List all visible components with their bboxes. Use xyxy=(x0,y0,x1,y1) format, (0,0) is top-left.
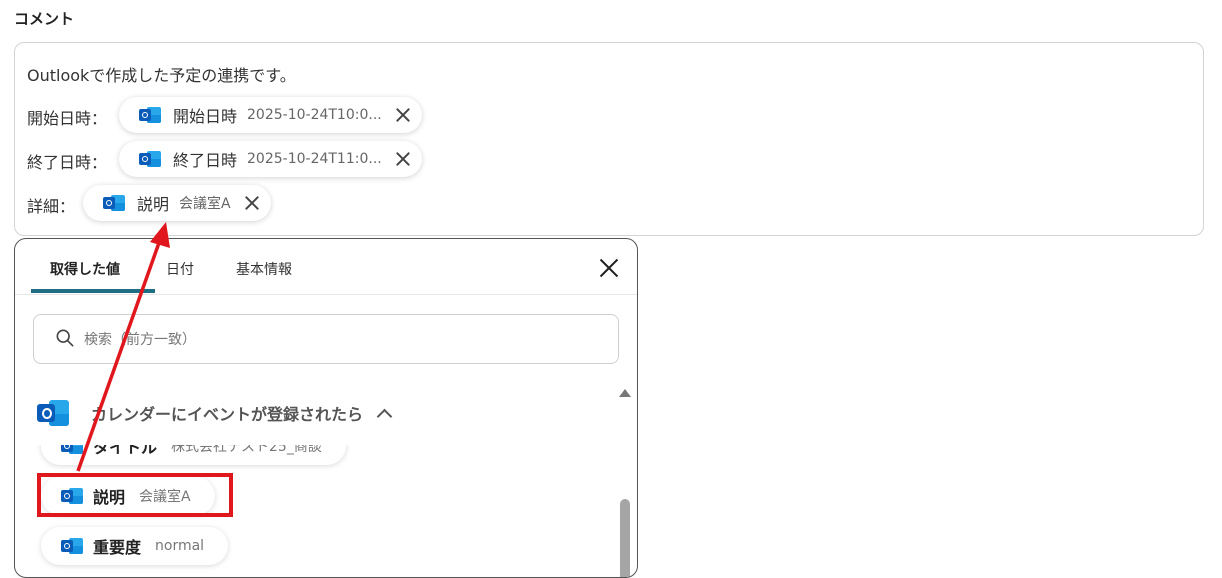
chip-name: 終了日時 xyxy=(173,151,238,170)
chip-name: 説明 xyxy=(137,195,170,214)
comment-section-label: コメント xyxy=(14,10,75,28)
outlook-icon xyxy=(139,150,161,168)
chip-value: 2025-10-24T10:0... xyxy=(247,107,382,123)
close-icon[interactable] xyxy=(599,258,619,278)
picker-tabs: 取得した値 日付 基本情報 xyxy=(15,239,637,295)
scroll-up-arrow[interactable] xyxy=(619,389,631,397)
chip-name: 開始日時 xyxy=(173,107,238,126)
active-tab-indicator xyxy=(31,289,155,293)
value-picker-panel: 取得した値 日付 基本情報 カレンダーにイベントが登録されたら タイトル 株式会… xyxy=(14,238,638,578)
remove-chip-icon[interactable] xyxy=(394,106,412,124)
outlook-icon xyxy=(61,537,83,555)
trigger-group-title: カレンダーにイベントが登録されたら xyxy=(91,405,364,424)
details-label: 詳細： xyxy=(27,197,76,216)
scrollbar-thumb[interactable] xyxy=(620,499,630,577)
tab-date[interactable]: 日付 xyxy=(166,259,194,279)
outlook-icon xyxy=(103,194,125,212)
chevron-up-icon[interactable] xyxy=(376,408,393,424)
search-input[interactable] xyxy=(82,325,586,355)
end-datetime-label: 終了日時： xyxy=(27,153,108,172)
chip-value: 2025-10-24T11:0... xyxy=(247,151,382,167)
item-name: 重要度 xyxy=(93,538,142,557)
comment-text-line: Outlookで作成した予定の連携です。 xyxy=(27,66,296,85)
item-value: 株式会社テスト25_商談 xyxy=(171,445,322,455)
chip-value: 会議室A xyxy=(179,196,231,212)
search-icon xyxy=(56,329,74,347)
trigger-group-header[interactable]: カレンダーにイベントが登録されたら xyxy=(37,399,393,427)
list-item-importance[interactable]: 重要度 normal xyxy=(41,527,229,565)
outlook-icon xyxy=(61,445,83,455)
start-datetime-label: 開始日時： xyxy=(27,109,108,128)
tab-basic-info[interactable]: 基本情報 xyxy=(236,259,292,279)
outlook-icon xyxy=(139,106,161,124)
search-box[interactable] xyxy=(33,314,619,364)
item-value: normal xyxy=(155,538,205,554)
comment-editor[interactable]: Outlookで作成した予定の連携です。 開始日時： 開始日時 2025-10-… xyxy=(14,42,1204,236)
item-name: タイトル xyxy=(93,445,158,457)
start-datetime-chip[interactable]: 開始日時 2025-10-24T10:0... xyxy=(119,97,422,133)
outlook-icon xyxy=(37,399,69,427)
end-datetime-chip[interactable]: 終了日時 2025-10-24T11:0... xyxy=(119,141,422,177)
list-item-title[interactable]: タイトル 株式会社テスト25_商談 xyxy=(41,445,346,465)
tab-acquired-values[interactable]: 取得した値 xyxy=(50,259,120,279)
remove-chip-icon[interactable] xyxy=(394,150,412,168)
details-chip[interactable]: 説明 会議室A xyxy=(83,185,271,221)
remove-chip-icon[interactable] xyxy=(243,194,261,212)
